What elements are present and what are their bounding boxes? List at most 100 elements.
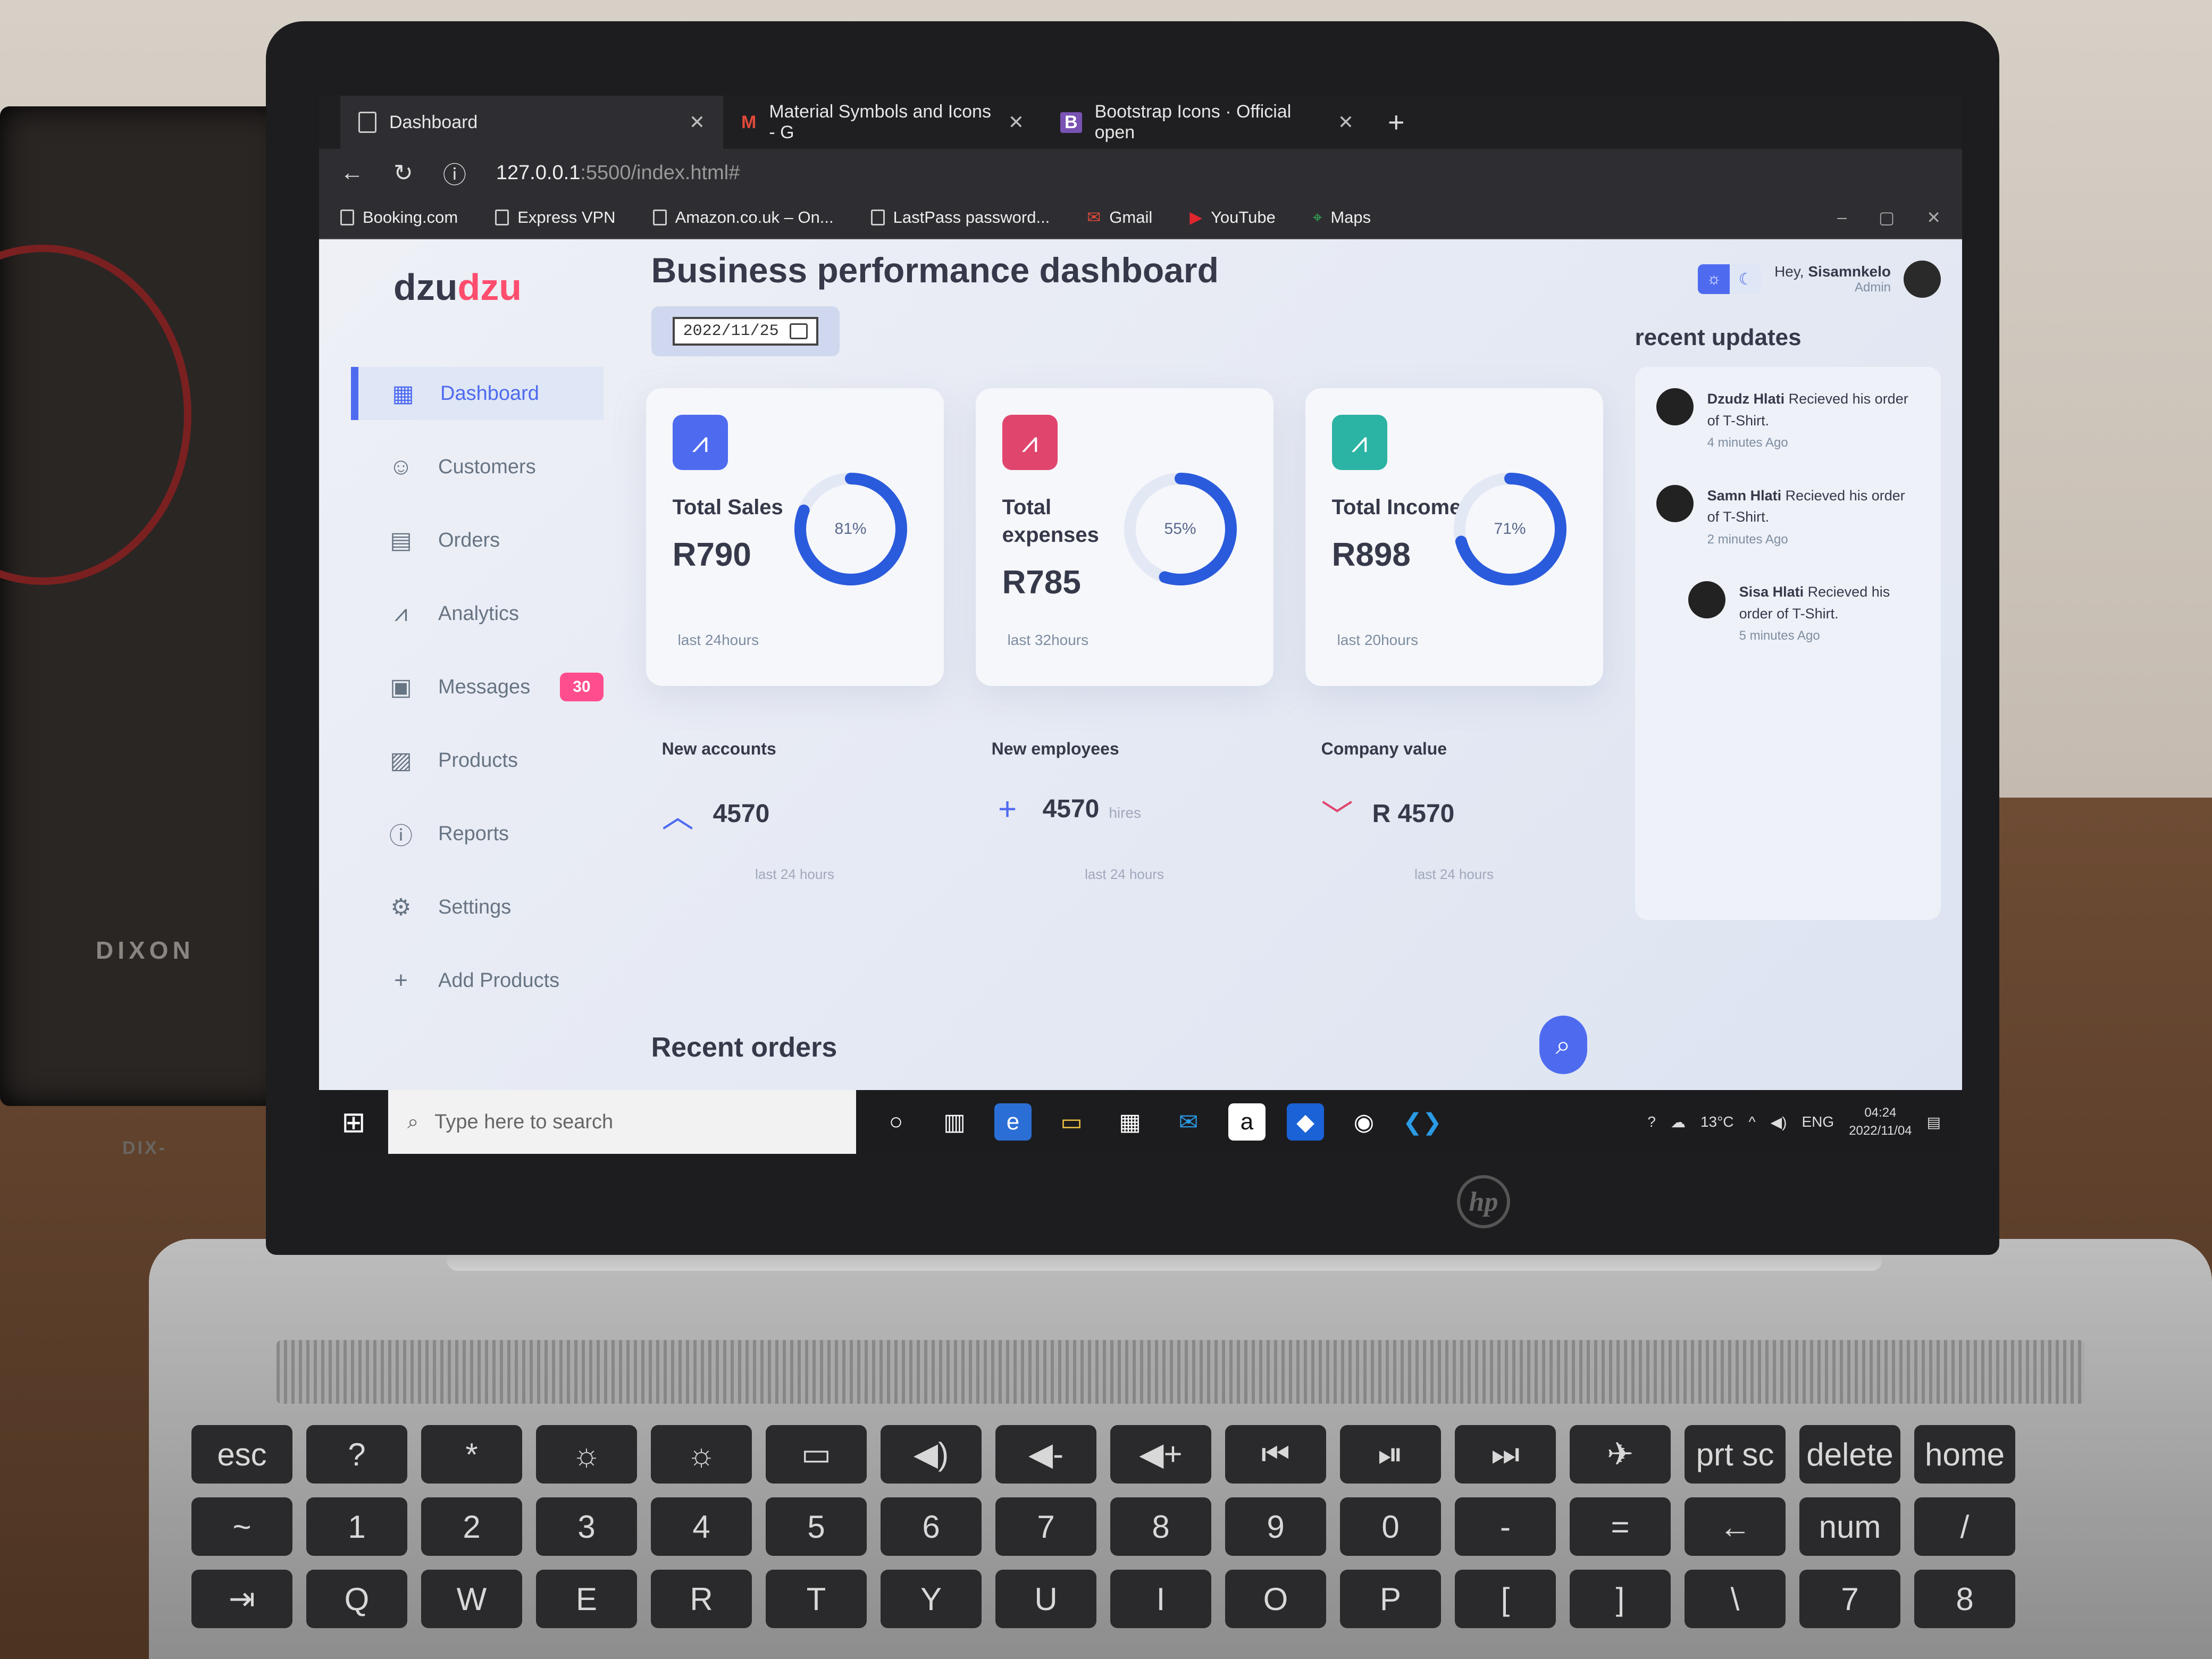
bookmark-maps[interactable]: ⌖ Maps: [1313, 208, 1371, 228]
close-tab-icon[interactable]: ✕: [689, 111, 705, 133]
notifications-icon[interactable]: ▤: [1927, 1113, 1941, 1131]
key[interactable]: 5: [766, 1497, 867, 1556]
key[interactable]: 3: [536, 1497, 637, 1556]
vscode-icon[interactable]: ❮❯: [1403, 1103, 1442, 1141]
date-input[interactable]: 2022/11/25: [672, 317, 818, 346]
key[interactable]: ☼: [536, 1425, 637, 1484]
close-tab-icon[interactable]: ✕: [1008, 111, 1024, 133]
brand-logo[interactable]: dzudzu: [393, 266, 604, 308]
chevron-up-icon[interactable]: ^: [1749, 1113, 1756, 1130]
key[interactable]: ~: [191, 1497, 292, 1556]
key[interactable]: W: [421, 1570, 522, 1628]
key[interactable]: ←: [1685, 1497, 1786, 1556]
language-indicator[interactable]: ENG: [1802, 1113, 1834, 1130]
key[interactable]: 9: [1225, 1497, 1326, 1556]
bookmark-youtube[interactable]: ▶ YouTube: [1189, 208, 1276, 227]
amazon-icon[interactable]: a: [1228, 1103, 1266, 1141]
key[interactable]: ◀-: [995, 1425, 1096, 1484]
tab-bootstrap-icons[interactable]: B Bootstrap Icons · Official open ✕: [1042, 96, 1372, 149]
key[interactable]: 4: [651, 1497, 752, 1556]
key[interactable]: 8: [1914, 1570, 2015, 1628]
sidebar-item-customers[interactable]: ☺ Customers: [351, 440, 604, 493]
new-tab-button[interactable]: +: [1372, 106, 1421, 139]
key[interactable]: U: [995, 1570, 1096, 1628]
key[interactable]: [: [1455, 1570, 1556, 1628]
key[interactable]: /: [1914, 1497, 2015, 1556]
bookmark-amazon[interactable]: Amazon.co.uk – On...: [652, 208, 834, 227]
key[interactable]: *: [421, 1425, 522, 1484]
key[interactable]: 7: [995, 1497, 1096, 1556]
key[interactable]: R: [651, 1570, 752, 1628]
mail-icon[interactable]: ✉: [1170, 1103, 1207, 1141]
sidebar-item-orders[interactable]: ▤ Orders: [351, 514, 604, 567]
key[interactable]: 6: [881, 1497, 982, 1556]
key[interactable]: ◀+: [1110, 1425, 1211, 1484]
tab-dashboard[interactable]: Dashboard ✕: [340, 96, 723, 149]
bookmark-expressvpn[interactable]: Express VPN: [495, 208, 616, 227]
key[interactable]: ✈: [1570, 1425, 1671, 1484]
key[interactable]: ☼: [651, 1425, 752, 1484]
key[interactable]: 7: [1799, 1570, 1900, 1628]
bookmark-lastpass[interactable]: LastPass password...: [870, 208, 1050, 227]
weather-temp[interactable]: 13°C: [1700, 1113, 1734, 1130]
key[interactable]: T: [766, 1570, 867, 1628]
calendar-icon[interactable]: [789, 323, 808, 339]
sun-icon[interactable]: ☼: [1698, 264, 1730, 294]
dropbox-icon[interactable]: ◆: [1287, 1103, 1324, 1141]
key[interactable]: ◀): [881, 1425, 982, 1484]
key[interactable]: -: [1455, 1497, 1556, 1556]
key[interactable]: ⏮: [1225, 1425, 1326, 1484]
key[interactable]: 0: [1340, 1497, 1441, 1556]
key[interactable]: O: [1225, 1570, 1326, 1628]
moon-icon[interactable]: ☾: [1730, 264, 1762, 294]
github-icon[interactable]: ◉: [1345, 1103, 1382, 1141]
key[interactable]: 8: [1110, 1497, 1211, 1556]
sidebar-item-analytics[interactable]: ⩘ Analytics: [351, 587, 604, 640]
key[interactable]: esc: [191, 1425, 292, 1484]
key[interactable]: I: [1110, 1570, 1211, 1628]
windows-start-icon[interactable]: ⊞: [319, 1090, 388, 1154]
sidebar-item-reports[interactable]: ⓘ Reports: [351, 807, 604, 860]
sidebar-item-products[interactable]: ▨ Products: [351, 734, 604, 787]
key[interactable]: home: [1914, 1425, 2015, 1484]
search-button[interactable]: ⌕: [1539, 1016, 1587, 1074]
cortana-icon[interactable]: ○: [877, 1103, 915, 1141]
edge-icon[interactable]: e: [994, 1103, 1032, 1141]
back-icon[interactable]: ←: [340, 160, 364, 186]
volume-icon[interactable]: ◀): [1771, 1113, 1787, 1131]
avatar[interactable]: [1904, 261, 1941, 298]
sidebar-item-settings[interactable]: ⚙ Settings: [351, 881, 604, 934]
close-tab-icon[interactable]: ✕: [1338, 111, 1354, 133]
bookmark-booking[interactable]: Booking.com: [340, 208, 458, 227]
store-icon[interactable]: ▦: [1111, 1103, 1149, 1141]
maximize-icon[interactable]: ▢: [1879, 207, 1895, 228]
key[interactable]: =: [1570, 1497, 1671, 1556]
info-icon[interactable]: ⓘ: [443, 156, 466, 190]
key[interactable]: P: [1340, 1570, 1441, 1628]
key[interactable]: ⏭: [1455, 1425, 1556, 1484]
key[interactable]: ⇥: [191, 1570, 292, 1628]
key[interactable]: num: [1799, 1497, 1900, 1556]
sidebar-item-dashboard[interactable]: ▦ Dashboard: [351, 367, 604, 420]
help-icon[interactable]: ?: [1647, 1113, 1656, 1130]
key[interactable]: delete: [1799, 1425, 1900, 1484]
key[interactable]: ▭: [766, 1425, 867, 1484]
task-view-icon[interactable]: ▥: [936, 1103, 973, 1141]
taskbar-search[interactable]: ⌕ Type here to search: [388, 1090, 856, 1154]
sidebar-item-messages[interactable]: ▣ Messages 30: [351, 660, 604, 714]
key[interactable]: Q: [306, 1570, 407, 1628]
key[interactable]: prt sc: [1685, 1425, 1786, 1484]
clock[interactable]: 04:24 2022/11/04: [1849, 1104, 1912, 1139]
minimize-icon[interactable]: –: [1837, 207, 1847, 228]
key[interactable]: Y: [881, 1570, 982, 1628]
key[interactable]: ]: [1570, 1570, 1671, 1628]
key[interactable]: 2: [421, 1497, 522, 1556]
key[interactable]: \: [1685, 1570, 1786, 1628]
reload-icon[interactable]: ↻: [393, 160, 413, 187]
key[interactable]: 1: [306, 1497, 407, 1556]
bookmark-gmail[interactable]: ✉ Gmail: [1087, 208, 1152, 227]
close-icon[interactable]: ✕: [1926, 207, 1941, 228]
key[interactable]: ⏯: [1340, 1425, 1441, 1484]
sidebar-item-add-products[interactable]: + Add Products: [351, 954, 604, 1007]
key[interactable]: E: [536, 1570, 637, 1628]
